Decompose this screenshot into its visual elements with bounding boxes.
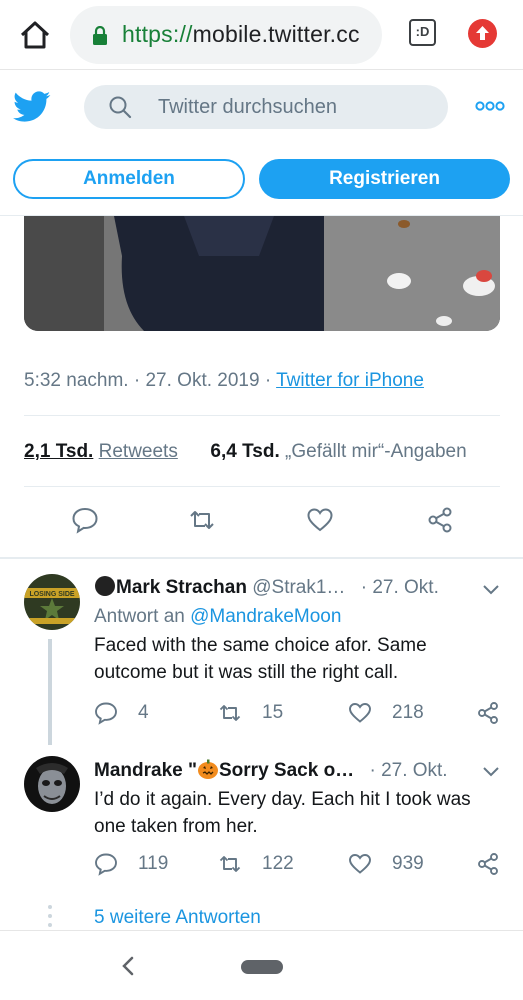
lock-icon — [93, 26, 107, 45]
search-placeholder: Twitter durchsuchen — [158, 96, 337, 118]
chevron-down-icon[interactable] — [482, 766, 500, 778]
reply-to-line: Antwort an @MandrakeMoon — [94, 606, 341, 628]
divider — [24, 486, 500, 487]
retweets-count[interactable]: 2,1 Tsd. — [24, 441, 93, 462]
like-count: 218 — [392, 702, 424, 723]
search-input[interactable]: Twitter durchsuchen — [84, 85, 448, 129]
url-text: https://mobile.twitter.cc — [122, 21, 360, 48]
home-gesture-pill[interactable] — [241, 960, 283, 974]
reply-text: Faced with the same choice afor. Same ou… — [94, 635, 427, 683]
avatar-image: LOSING SIDE — [24, 574, 80, 630]
tweet-timestamp: 5:32 nachm. · 27. Okt. 2019 · Twitter fo… — [24, 370, 424, 392]
twitter-bird-icon[interactable] — [13, 91, 51, 123]
reply-author-name[interactable]: Mark Strachan — [116, 577, 247, 598]
reply-date[interactable]: 27. Okt. — [372, 577, 439, 598]
retweet-count: 15 — [262, 702, 284, 723]
reply-to-mention[interactable]: @MandrakeMoon — [190, 606, 341, 627]
system-nav-bar — [0, 930, 523, 1000]
likes-count[interactable]: 6,4 Tsd. — [210, 441, 279, 462]
likes-label[interactable]: „Gefällt mir“-Angaben — [285, 441, 467, 462]
heart-icon — [349, 854, 371, 874]
tweet-time: 5:32 nachm. — [24, 370, 129, 391]
url-scheme: https:// — [122, 21, 193, 47]
tweet-detail: 5:32 nachm. · 27. Okt. 2019 · Twitter fo… — [0, 216, 523, 930]
reply-icon — [95, 702, 117, 725]
tweet-date: 27. Okt. 2019 — [145, 370, 260, 391]
reply-author-name-rest[interactable]: Sorry Sack o… — [219, 760, 354, 781]
login-button[interactable]: Anmelden — [13, 159, 245, 199]
heart-icon[interactable] — [306, 506, 334, 534]
black-circle-emoji-icon — [95, 576, 115, 596]
more-options-icon[interactable] — [475, 99, 505, 113]
thread-line — [48, 639, 52, 745]
avatar[interactable] — [24, 756, 80, 812]
reply-icon — [95, 853, 117, 876]
register-button[interactable]: Registrieren — [259, 159, 510, 199]
reply-icon[interactable] — [71, 506, 99, 534]
tweet-image[interactable] — [24, 216, 500, 331]
search-icon — [109, 96, 132, 119]
reply-author-name[interactable]: Mandrake " — [94, 760, 197, 781]
meta-separator: · — [128, 370, 146, 391]
address-bar[interactable]: https://mobile.twitter.cc — [70, 6, 382, 64]
tweet-photo — [24, 216, 500, 331]
reply-to-prefix: Antwort an — [94, 606, 191, 627]
back-icon[interactable] — [118, 955, 138, 977]
tweet-stats: 2,1 Tsd. Retweets 6,4 Tsd. „Gefällt mir“… — [24, 441, 467, 463]
arrow-up-icon — [476, 26, 489, 40]
twitter-header: Twitter durchsuchen Anmelden Registriere… — [0, 71, 523, 216]
reply-author-handle[interactable]: @Strak1… — [252, 577, 345, 598]
reply-header: Mandrake " Sorry Sack o… · 27. Okt. — [94, 759, 448, 781]
url-host: mobile.twitter.cc — [192, 21, 360, 47]
thread-dots — [48, 905, 52, 927]
reply-header: Mark Strachan @Strak1… · 27. Okt. — [94, 575, 439, 599]
avatar[interactable]: LOSING SIDE — [24, 574, 80, 630]
share-icon — [478, 853, 498, 875]
home-icon[interactable] — [18, 18, 52, 52]
tweet-source-link[interactable]: Twitter for iPhone — [276, 370, 424, 391]
heart-icon — [349, 703, 371, 723]
retweet-icon — [219, 856, 241, 872]
like-count: 939 — [392, 853, 424, 874]
tab-switcher-button[interactable]: :D — [409, 19, 436, 46]
retweet-count: 122 — [262, 853, 294, 874]
retweets-label[interactable]: Retweets — [99, 441, 178, 462]
reply-text: I’d do it again. Every day. Each hit I t… — [94, 789, 471, 837]
share-icon[interactable] — [426, 506, 454, 534]
update-button[interactable] — [468, 19, 497, 48]
reply-date[interactable]: 27. Okt. — [381, 760, 448, 781]
more-replies-link[interactable]: 5 weitere Antworten — [94, 907, 261, 929]
divider — [24, 415, 500, 416]
retweet-icon[interactable] — [188, 506, 216, 534]
reply-actions: 119 122 939 — [94, 852, 514, 878]
reply-actions: 4 15 218 — [94, 701, 514, 727]
pumpkin-emoji-icon — [198, 759, 218, 779]
avatar-image — [24, 756, 80, 812]
reply-count: 119 — [138, 853, 169, 874]
meta-separator: · — [259, 370, 277, 391]
reply-count: 4 — [138, 702, 149, 723]
chevron-down-icon[interactable] — [482, 584, 500, 596]
tweet-actions — [0, 506, 523, 536]
retweet-icon — [219, 705, 241, 721]
avatar-text: LOSING SIDE — [29, 591, 74, 598]
share-icon — [478, 702, 498, 724]
browser-toolbar: https://mobile.twitter.cc :D — [0, 0, 523, 70]
